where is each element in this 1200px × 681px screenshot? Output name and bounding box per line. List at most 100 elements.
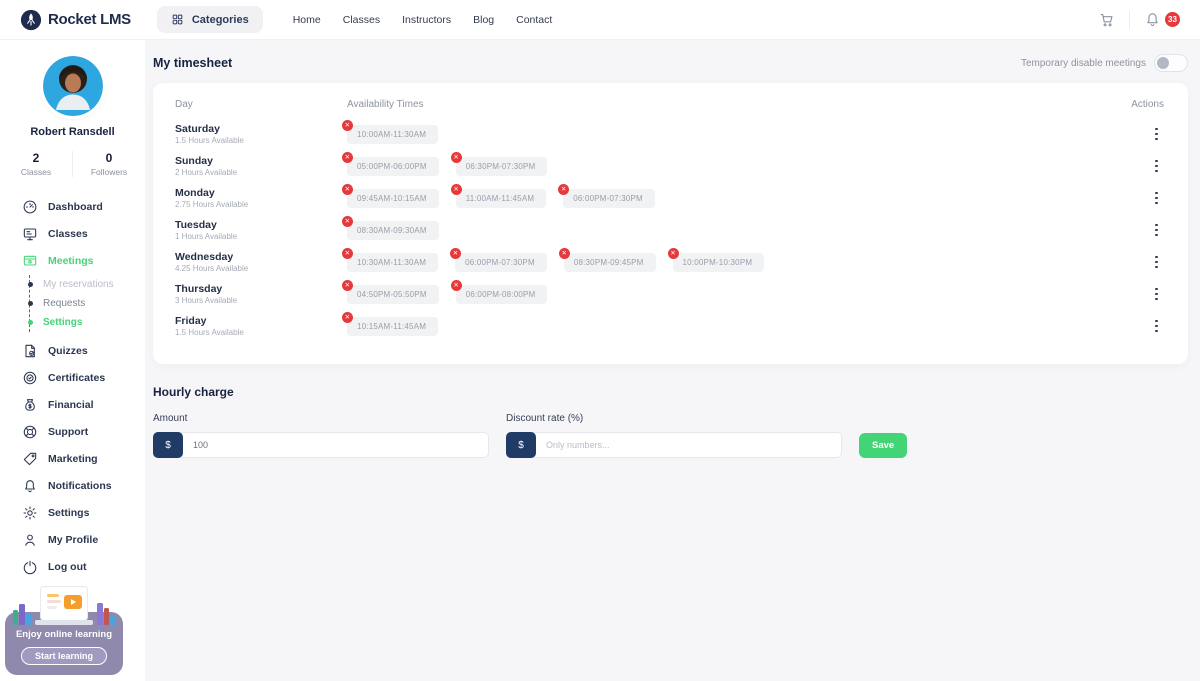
- sidebar-item-marketing[interactable]: Marketing: [22, 445, 145, 472]
- discount-rate-input[interactable]: [532, 432, 842, 458]
- profile-name: Robert Ransdell: [30, 126, 114, 138]
- sidebar-subitem-my-reservations[interactable]: My reservations: [43, 275, 145, 294]
- sidebar-item-dashboard[interactable]: Dashboard: [22, 193, 145, 220]
- availability-time-chip: ✕10:30AM-11:30AM: [347, 253, 438, 272]
- top-navbar: Rocket LMS Categories Home Classes Instruc…: [0, 0, 1200, 40]
- column-header-availability-times: Availability Times: [347, 99, 1122, 110]
- sidebar-item-certificates[interactable]: Certificates: [22, 364, 145, 391]
- sidebar-item-settings[interactable]: Settings: [22, 499, 145, 526]
- remove-time-icon[interactable]: ✕: [342, 248, 353, 259]
- sidebar-item-support[interactable]: Support: [22, 418, 145, 445]
- row-actions-menu-button[interactable]: [1149, 156, 1164, 177]
- disable-meetings-toggle[interactable]: [1154, 54, 1188, 72]
- cart-icon: [1098, 11, 1115, 28]
- amount-input[interactable]: [179, 432, 489, 458]
- settings-icon: [22, 505, 38, 521]
- disable-meetings-label: Temporary disable meetings: [1021, 58, 1146, 69]
- row-actions-menu-button[interactable]: [1149, 188, 1164, 209]
- remove-time-icon[interactable]: ✕: [450, 248, 461, 259]
- sidebar: Robert Ransdell 2 Classes 0 Followers Da…: [0, 40, 145, 681]
- financial-icon: [22, 397, 38, 413]
- column-header-actions: Actions: [1122, 99, 1164, 110]
- sidebar-item-meetings[interactable]: Meetings: [22, 247, 145, 274]
- sidebar-item-classes[interactable]: Classes: [22, 220, 145, 247]
- day-name: Saturday: [175, 123, 347, 135]
- timesheet-row: Tuesday1 Hours Available✕08:30AM-09:30AM: [175, 214, 1164, 246]
- availability-time-chip: ✕06:30PM-07:30PM: [456, 157, 548, 176]
- sidebar-item-label: Settings: [48, 507, 89, 519]
- time-range: 08:30PM-09:45PM: [574, 258, 644, 267]
- remove-time-icon[interactable]: ✕: [342, 152, 353, 163]
- timesheet-card: Day Availability Times Actions Saturday1…: [153, 83, 1188, 364]
- day-name: Wednesday: [175, 251, 347, 263]
- availability-time-chip: ✕06:00PM-08:00PM: [456, 285, 548, 304]
- remove-time-icon[interactable]: ✕: [342, 216, 353, 227]
- remove-time-icon[interactable]: ✕: [451, 184, 462, 195]
- quizzes-icon: [22, 343, 38, 359]
- time-range: 06:00PM-07:30PM: [465, 258, 535, 267]
- time-range: 10:30AM-11:30AM: [357, 258, 426, 267]
- remove-time-icon[interactable]: ✕: [558, 184, 569, 195]
- row-actions-menu-button[interactable]: [1149, 220, 1164, 241]
- day-name: Sunday: [175, 155, 347, 167]
- timesheet-row: Monday2.75 Hours Available✕09:45AM-10:15…: [175, 182, 1164, 214]
- hourly-charge-title: Hourly charge: [153, 385, 1188, 399]
- nav-link-home[interactable]: Home: [293, 14, 321, 26]
- remove-time-icon[interactable]: ✕: [342, 120, 353, 131]
- bullet-icon: [28, 320, 33, 325]
- logout-icon: [22, 559, 38, 575]
- sidebar-item-notifications[interactable]: Notifications: [22, 472, 145, 499]
- remove-time-icon[interactable]: ✕: [559, 248, 570, 259]
- sidebar-item-my-profile[interactable]: My Profile: [22, 526, 145, 553]
- sidebar-subitem-settings[interactable]: Settings: [43, 313, 145, 332]
- nav-link-contact[interactable]: Contact: [516, 14, 552, 26]
- remove-time-icon[interactable]: ✕: [342, 184, 353, 195]
- row-actions-menu-button[interactable]: [1149, 316, 1164, 337]
- sidebar-menu: Dashboard Classes MeetingsMy reservations R…: [0, 193, 145, 580]
- availability-time-chip: ✕04:50PM-05:50PM: [347, 285, 439, 304]
- day-hours-available: 3 Hours Available: [175, 296, 347, 305]
- availability-time-chip: ✕11:00AM-11:45AM: [456, 189, 547, 208]
- remove-time-icon[interactable]: ✕: [451, 152, 462, 163]
- cart-button[interactable]: [1096, 9, 1117, 30]
- availability-time-chip: ✕10:15AM-11:45AM: [347, 317, 438, 336]
- time-range: 10:00PM-10:30PM: [683, 258, 753, 267]
- logo[interactable]: Rocket LMS: [20, 9, 131, 31]
- save-button[interactable]: Save: [859, 433, 907, 458]
- avatar[interactable]: [43, 56, 103, 116]
- timesheet-row: Saturday1.5 Hours Available✕10:00AM-11:3…: [175, 118, 1164, 150]
- sidebar-subitem-requests[interactable]: Requests: [43, 294, 145, 313]
- sidebar-item-label: Classes: [48, 228, 88, 240]
- sidebar-item-label: Financial: [48, 399, 94, 411]
- sidebar-item-log-out[interactable]: Log out: [22, 553, 145, 580]
- toggle-knob: [1157, 57, 1169, 69]
- availability-time-chip: ✕08:30PM-09:45PM: [564, 253, 656, 272]
- remove-time-icon[interactable]: ✕: [668, 248, 679, 259]
- remove-time-icon[interactable]: ✕: [342, 280, 353, 291]
- time-range: 11:00AM-11:45AM: [466, 194, 535, 203]
- sidebar-item-financial[interactable]: Financial: [22, 391, 145, 418]
- nav-link-blog[interactable]: Blog: [473, 14, 494, 26]
- notifications-icon: [22, 478, 38, 494]
- notifications-count-badge[interactable]: 33: [1165, 12, 1180, 27]
- row-actions-menu-button[interactable]: [1149, 252, 1164, 273]
- sidebar-item-quizzes[interactable]: Quizzes: [22, 337, 145, 364]
- start-learning-button[interactable]: Start learning: [21, 647, 107, 665]
- sidebar-item-label: Dashboard: [48, 201, 103, 213]
- row-actions-menu-button[interactable]: [1149, 124, 1164, 145]
- amount-field-group: Amount $: [153, 413, 489, 458]
- remove-time-icon[interactable]: ✕: [451, 280, 462, 291]
- bullet-icon: [28, 301, 33, 306]
- time-range: 06:30PM-07:30PM: [466, 162, 536, 171]
- nav-link-classes[interactable]: Classes: [343, 14, 380, 26]
- certificates-icon: [22, 370, 38, 386]
- remove-time-icon[interactable]: ✕: [342, 312, 353, 323]
- row-actions-menu-button[interactable]: [1149, 284, 1164, 305]
- amount-label: Amount: [153, 413, 489, 424]
- dollar-prefix-icon: $: [153, 432, 183, 458]
- day-hours-available: 2 Hours Available: [175, 168, 347, 177]
- sidebar-subitem-label: Requests: [43, 298, 85, 309]
- notifications-button[interactable]: [1142, 9, 1163, 30]
- nav-link-instructors[interactable]: Instructors: [402, 14, 451, 26]
- categories-button[interactable]: Categories: [157, 6, 263, 33]
